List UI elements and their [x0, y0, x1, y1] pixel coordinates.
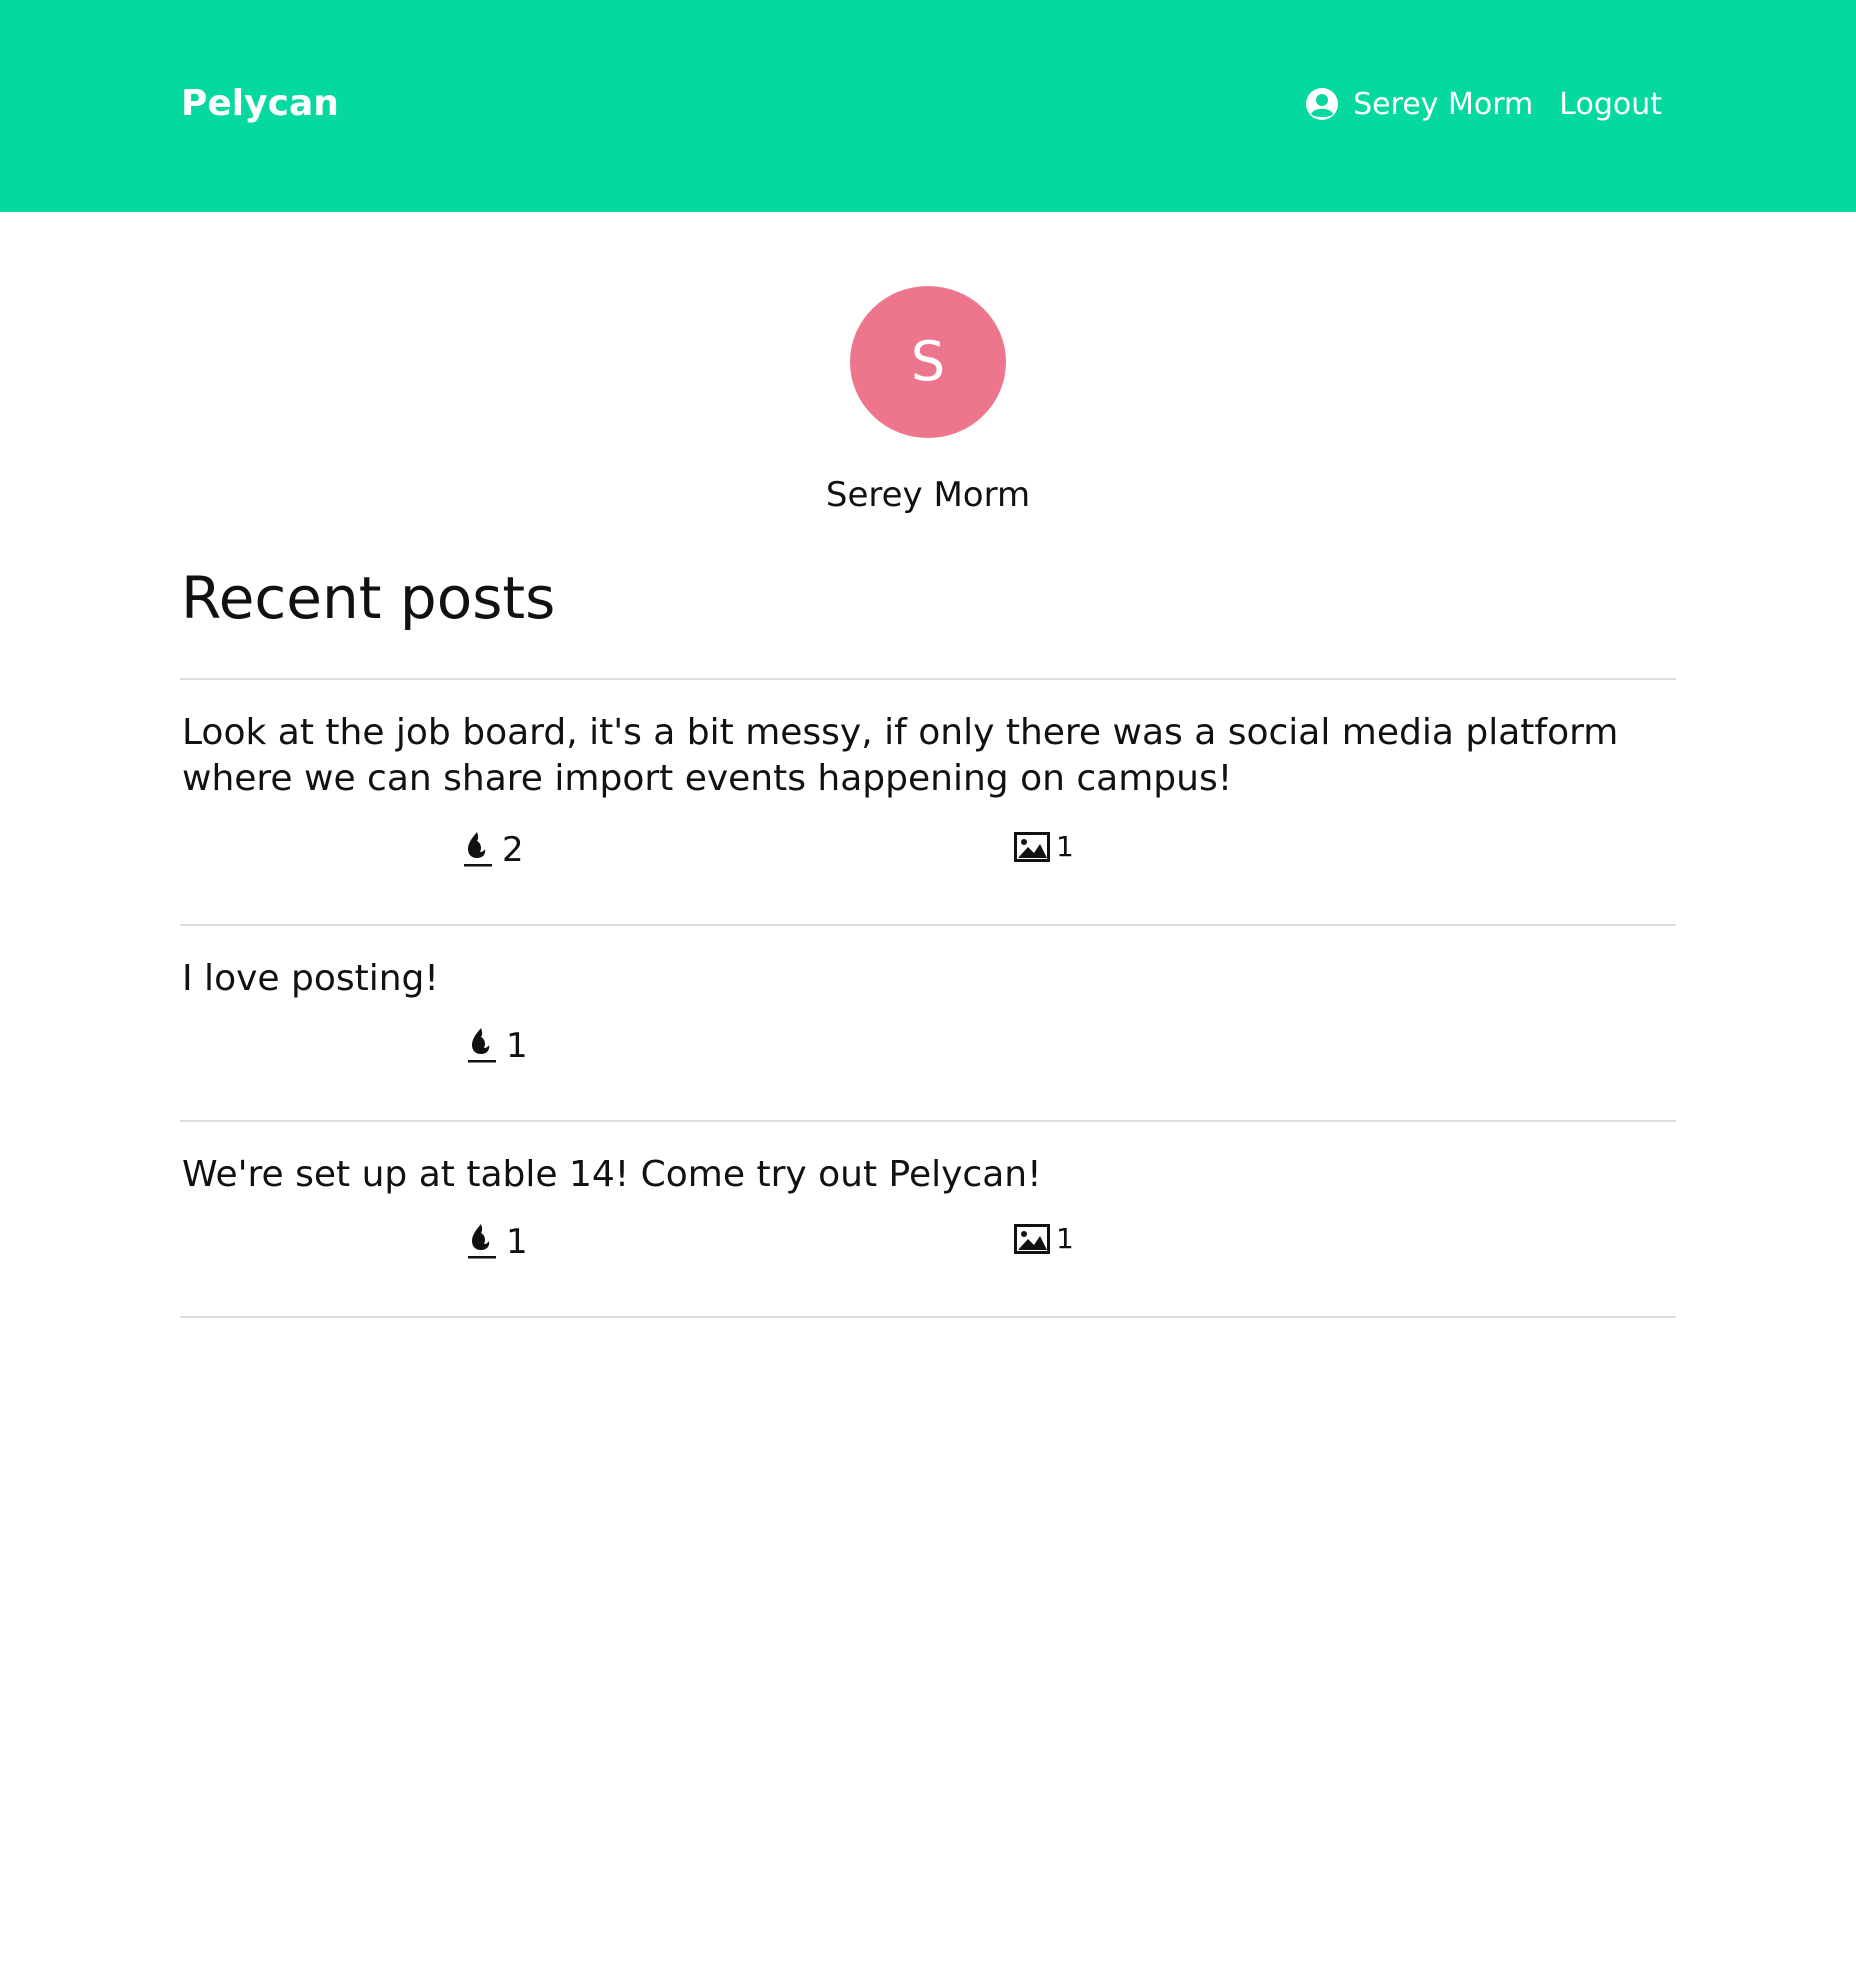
nav-user-name: Serey Morm	[1353, 86, 1534, 122]
profile-header: S Serey Morm	[0, 286, 1856, 516]
post-item[interactable]: We're set up at table 14! Come try out P…	[180, 1120, 1676, 1318]
fire-count: 1	[506, 1222, 528, 1262]
fire-count: 1	[506, 1026, 528, 1066]
image-icon	[1014, 831, 1050, 862]
profile-name: Serey Morm	[825, 475, 1031, 515]
fire-icon	[464, 832, 492, 867]
image-count: 1	[1056, 1222, 1074, 1255]
logout-link[interactable]: Logout	[1559, 87, 1662, 122]
fire-reaction-button[interactable]: 1	[466, 1222, 528, 1262]
post-text: Look at the job board, it's a bit messy,…	[182, 712, 1619, 799]
brand-logo[interactable]: Pelycan	[181, 82, 339, 126]
post-item[interactable]: Look at the job board, it's a bit messy,…	[180, 678, 1676, 888]
navbar: Pelycan Serey Morm Logout	[0, 0, 1856, 212]
post-meta: 2 1	[180, 830, 1676, 888]
post-item[interactable]: I love posting! 1	[180, 924, 1676, 1084]
image-icon	[1014, 1223, 1050, 1254]
post-text: I love posting!	[182, 958, 439, 999]
fire-count: 2	[502, 830, 524, 870]
fire-icon	[468, 1028, 496, 1063]
post-text: We're set up at table 14! Come try out P…	[182, 1154, 1042, 1195]
posts-list: Look at the job board, it's a bit messy,…	[180, 678, 1676, 1318]
post-meta: 1	[180, 1026, 1676, 1084]
fire-reaction-button[interactable]: 2	[462, 830, 524, 870]
fire-icon	[468, 1224, 496, 1259]
post-meta: 1 1	[180, 1222, 1676, 1280]
image-attachment-button[interactable]: 1	[1014, 830, 1074, 863]
image-attachment-button[interactable]: 1	[1014, 1222, 1074, 1255]
fire-reaction-button[interactable]: 1	[466, 1026, 528, 1066]
nav-user-link[interactable]: Serey Morm	[1305, 87, 1533, 122]
user-circle-icon	[1306, 88, 1339, 120]
recent-posts-heading: Recent posts	[181, 564, 556, 632]
avatar: S	[850, 286, 1006, 438]
nav-right: Serey Morm Logout	[1305, 82, 1662, 126]
image-count: 1	[1056, 830, 1074, 863]
